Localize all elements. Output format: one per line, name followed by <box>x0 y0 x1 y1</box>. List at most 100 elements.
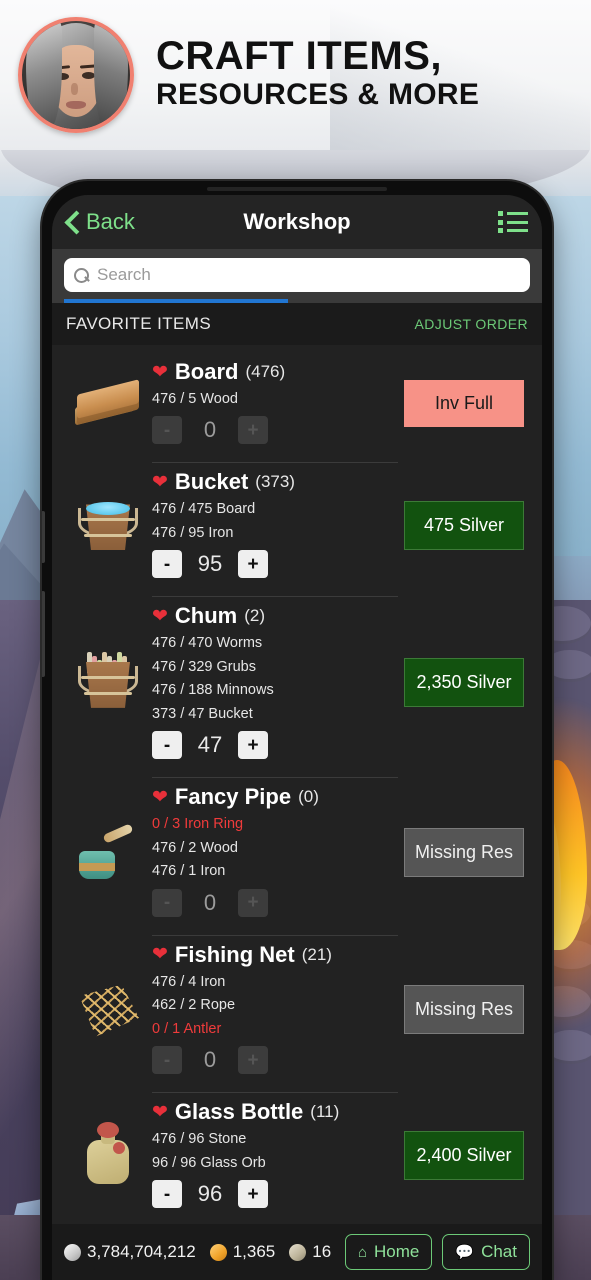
inventory-full-button[interactable]: Inv Full <box>404 380 524 428</box>
requirement-line: 0 / 3 Iron Ring <box>152 816 244 833</box>
buy-button[interactable]: 2,350 Silver <box>404 658 524 708</box>
item-count: (0) <box>298 787 319 807</box>
item-title-row: ❤ Glass Bottle (11) <box>152 1099 398 1125</box>
item-count: (21) <box>301 944 332 964</box>
missing-resources-button[interactable]: Missing Res <box>404 985 524 1035</box>
requirement-line: 476 / 188 Minnows <box>152 682 274 699</box>
requirement-line: 476 / 5 Wood <box>152 391 238 407</box>
requirement-line: 373 / 47 Bucket <box>152 705 253 722</box>
requirement-line: 476 / 1 Iron <box>152 863 226 880</box>
chat-button[interactable]: 💬 Chat <box>442 1234 530 1270</box>
chum-bucket-icon <box>71 646 145 720</box>
stepper-minus-button[interactable]: - <box>152 416 182 445</box>
item-title-row: ❤ Fishing Net (21) <box>152 942 398 968</box>
section-header: FAVORITE ITEMS ADJUST ORDER <box>52 303 542 345</box>
back-button[interactable]: Back <box>66 209 135 235</box>
phone-button-volume-down[interactable] <box>42 591 45 677</box>
currency-value: 1,365 <box>232 1242 276 1261</box>
item-thumbnail <box>64 353 152 454</box>
favorite-heart-icon[interactable]: ❤ <box>152 473 168 492</box>
stepper-minus-button[interactable]: - <box>152 731 182 760</box>
quantity-stepper[interactable]: -95 + <box>152 550 398 588</box>
item-details: ❤ Fishing Net (21) 476 / 4 Iron 462 / 2 Rope… <box>152 934 398 1084</box>
search-area <box>52 249 542 303</box>
phone-button-volume-up[interactable] <box>42 511 45 563</box>
pipe-icon <box>71 815 145 889</box>
promo-banner: CRAFT ITEMS, RESOURCES & MORE <box>0 0 591 150</box>
requirement-line: 96 / 96 Glass Orb <box>152 1154 266 1171</box>
stepper-minus-button[interactable]: - <box>152 1046 182 1075</box>
list-menu-icon[interactable] <box>498 211 528 233</box>
home-button[interactable]: ⌂ Home <box>344 1234 433 1270</box>
item-details: ❤ Bucket (373) 476 / 475 Board 476 / 95 Iron… <box>152 462 398 588</box>
bronze-coin-icon <box>289 1243 307 1261</box>
stepper-minus-button[interactable]: - <box>152 1180 182 1209</box>
adjust-order-button[interactable]: ADJUST ORDER <box>415 316 528 332</box>
banner-headline-1: CRAFT ITEMS, <box>156 34 442 79</box>
progress-track <box>64 299 530 303</box>
item-details: ❤ Board (476) 476 / 5 Wood -0 + <box>152 353 398 454</box>
search-input[interactable] <box>97 265 520 285</box>
favorite-items-list[interactable]: ❤ Board (476) 476 / 5 Wood -0 + Inv Full ❤ Bucke… <box>52 345 542 1224</box>
stepper-value: 96 <box>197 1181 223 1207</box>
search-box[interactable] <box>64 258 530 292</box>
stepper-minus-button[interactable]: - <box>152 888 182 917</box>
list-item[interactable]: ❤ Glass Bottle (11) 476 / 96 Stone 96 / 96 G… <box>52 1084 542 1218</box>
favorite-heart-icon[interactable]: ❤ <box>152 788 168 807</box>
avatar-mouth <box>66 101 86 109</box>
avatar <box>18 17 134 133</box>
item-count: (373) <box>255 472 295 492</box>
currency-value: 16 <box>312 1242 332 1261</box>
missing-resources-button[interactable]: Missing Res <box>404 827 524 877</box>
avatar-nose <box>71 83 78 95</box>
bottom-bar: 3,784,704,212 1,365 16 ⌂ Home 💬 Chat <box>52 1224 542 1280</box>
favorite-heart-icon[interactable]: ❤ <box>152 945 168 964</box>
gold-coin-icon <box>209 1243 227 1261</box>
stepper-plus-button[interactable]: + <box>238 731 268 760</box>
item-details: ❤ Glass Bottle (11) 476 / 96 Stone 96 / 96 G… <box>152 1092 398 1218</box>
requirement-line: 476 / 95 Iron <box>152 524 234 541</box>
quantity-stepper[interactable]: -0 + <box>152 1046 398 1084</box>
avatar-hair-right <box>94 21 128 129</box>
fishing-net-icon <box>71 973 145 1047</box>
requirement-line: 476 / 96 Stone <box>152 1131 247 1148</box>
quantity-stepper[interactable]: -0 + <box>152 416 398 454</box>
stepper-plus-button[interactable]: + <box>238 1180 268 1209</box>
quantity-stepper[interactable]: -0 + <box>152 888 398 927</box>
stepper-plus-button[interactable]: + <box>238 550 268 579</box>
stepper-minus-button[interactable]: - <box>152 550 182 579</box>
list-item[interactable]: ❤ Fancy Pipe (0) 0 / 3 Iron Ring 476 / 2 Woo… <box>52 769 542 926</box>
app-navbar: Back Workshop <box>52 195 542 249</box>
silver-coin-icon <box>64 1243 81 1261</box>
stepper-plus-button[interactable]: + <box>238 1046 268 1075</box>
item-thumbnail <box>64 1092 152 1218</box>
item-action-area: Missing Res <box>398 777 530 926</box>
favorite-heart-icon[interactable]: ❤ <box>152 363 168 382</box>
stepper-value: 0 <box>203 889 217 915</box>
glass-bottle-icon <box>71 1118 145 1192</box>
item-title-row: ❤ Bucket (373) <box>152 469 398 495</box>
requirement-line: 462 / 2 Rope <box>152 997 236 1014</box>
item-thumbnail <box>64 596 152 769</box>
buy-button[interactable]: 2,400 Silver <box>404 1130 524 1180</box>
avatar-hair-left <box>26 21 62 129</box>
currency-value: 3,784,704,212 <box>87 1242 196 1261</box>
stepper-plus-button[interactable]: + <box>238 888 268 917</box>
buy-button[interactable]: 475 Silver <box>404 500 524 550</box>
requirement-line: 476 / 4 Iron <box>152 973 226 990</box>
favorite-heart-icon[interactable]: ❤ <box>152 1103 168 1122</box>
quantity-stepper[interactable]: -47 + <box>152 731 398 769</box>
phone-mockup: Back Workshop FAVORITE ITEMS ADJUST ORDE… <box>42 181 552 1280</box>
list-item[interactable]: ❤ Board (476) 476 / 5 Wood -0 + Inv Full <box>52 345 542 454</box>
list-item[interactable]: ❤ Chum (2) 476 / 470 Worms 476 / 329 Grubs 47… <box>52 588 542 769</box>
list-item[interactable]: ❤ Bucket (373) 476 / 475 Board 476 / 95 Iron… <box>52 454 542 588</box>
item-action-area: 475 Silver <box>398 462 530 588</box>
favorite-heart-icon[interactable]: ❤ <box>152 607 168 626</box>
item-name: Bucket <box>174 469 249 495</box>
quantity-stepper[interactable]: -96 + <box>152 1180 398 1218</box>
item-action-area: Missing Res <box>398 935 530 1084</box>
list-item[interactable]: ❤ Fishing Net (21) 476 / 4 Iron 462 / 2 Rope… <box>52 927 542 1084</box>
chevron-left-icon <box>66 211 79 233</box>
stepper-value: 47 <box>197 732 223 758</box>
stepper-plus-button[interactable]: + <box>238 416 268 445</box>
